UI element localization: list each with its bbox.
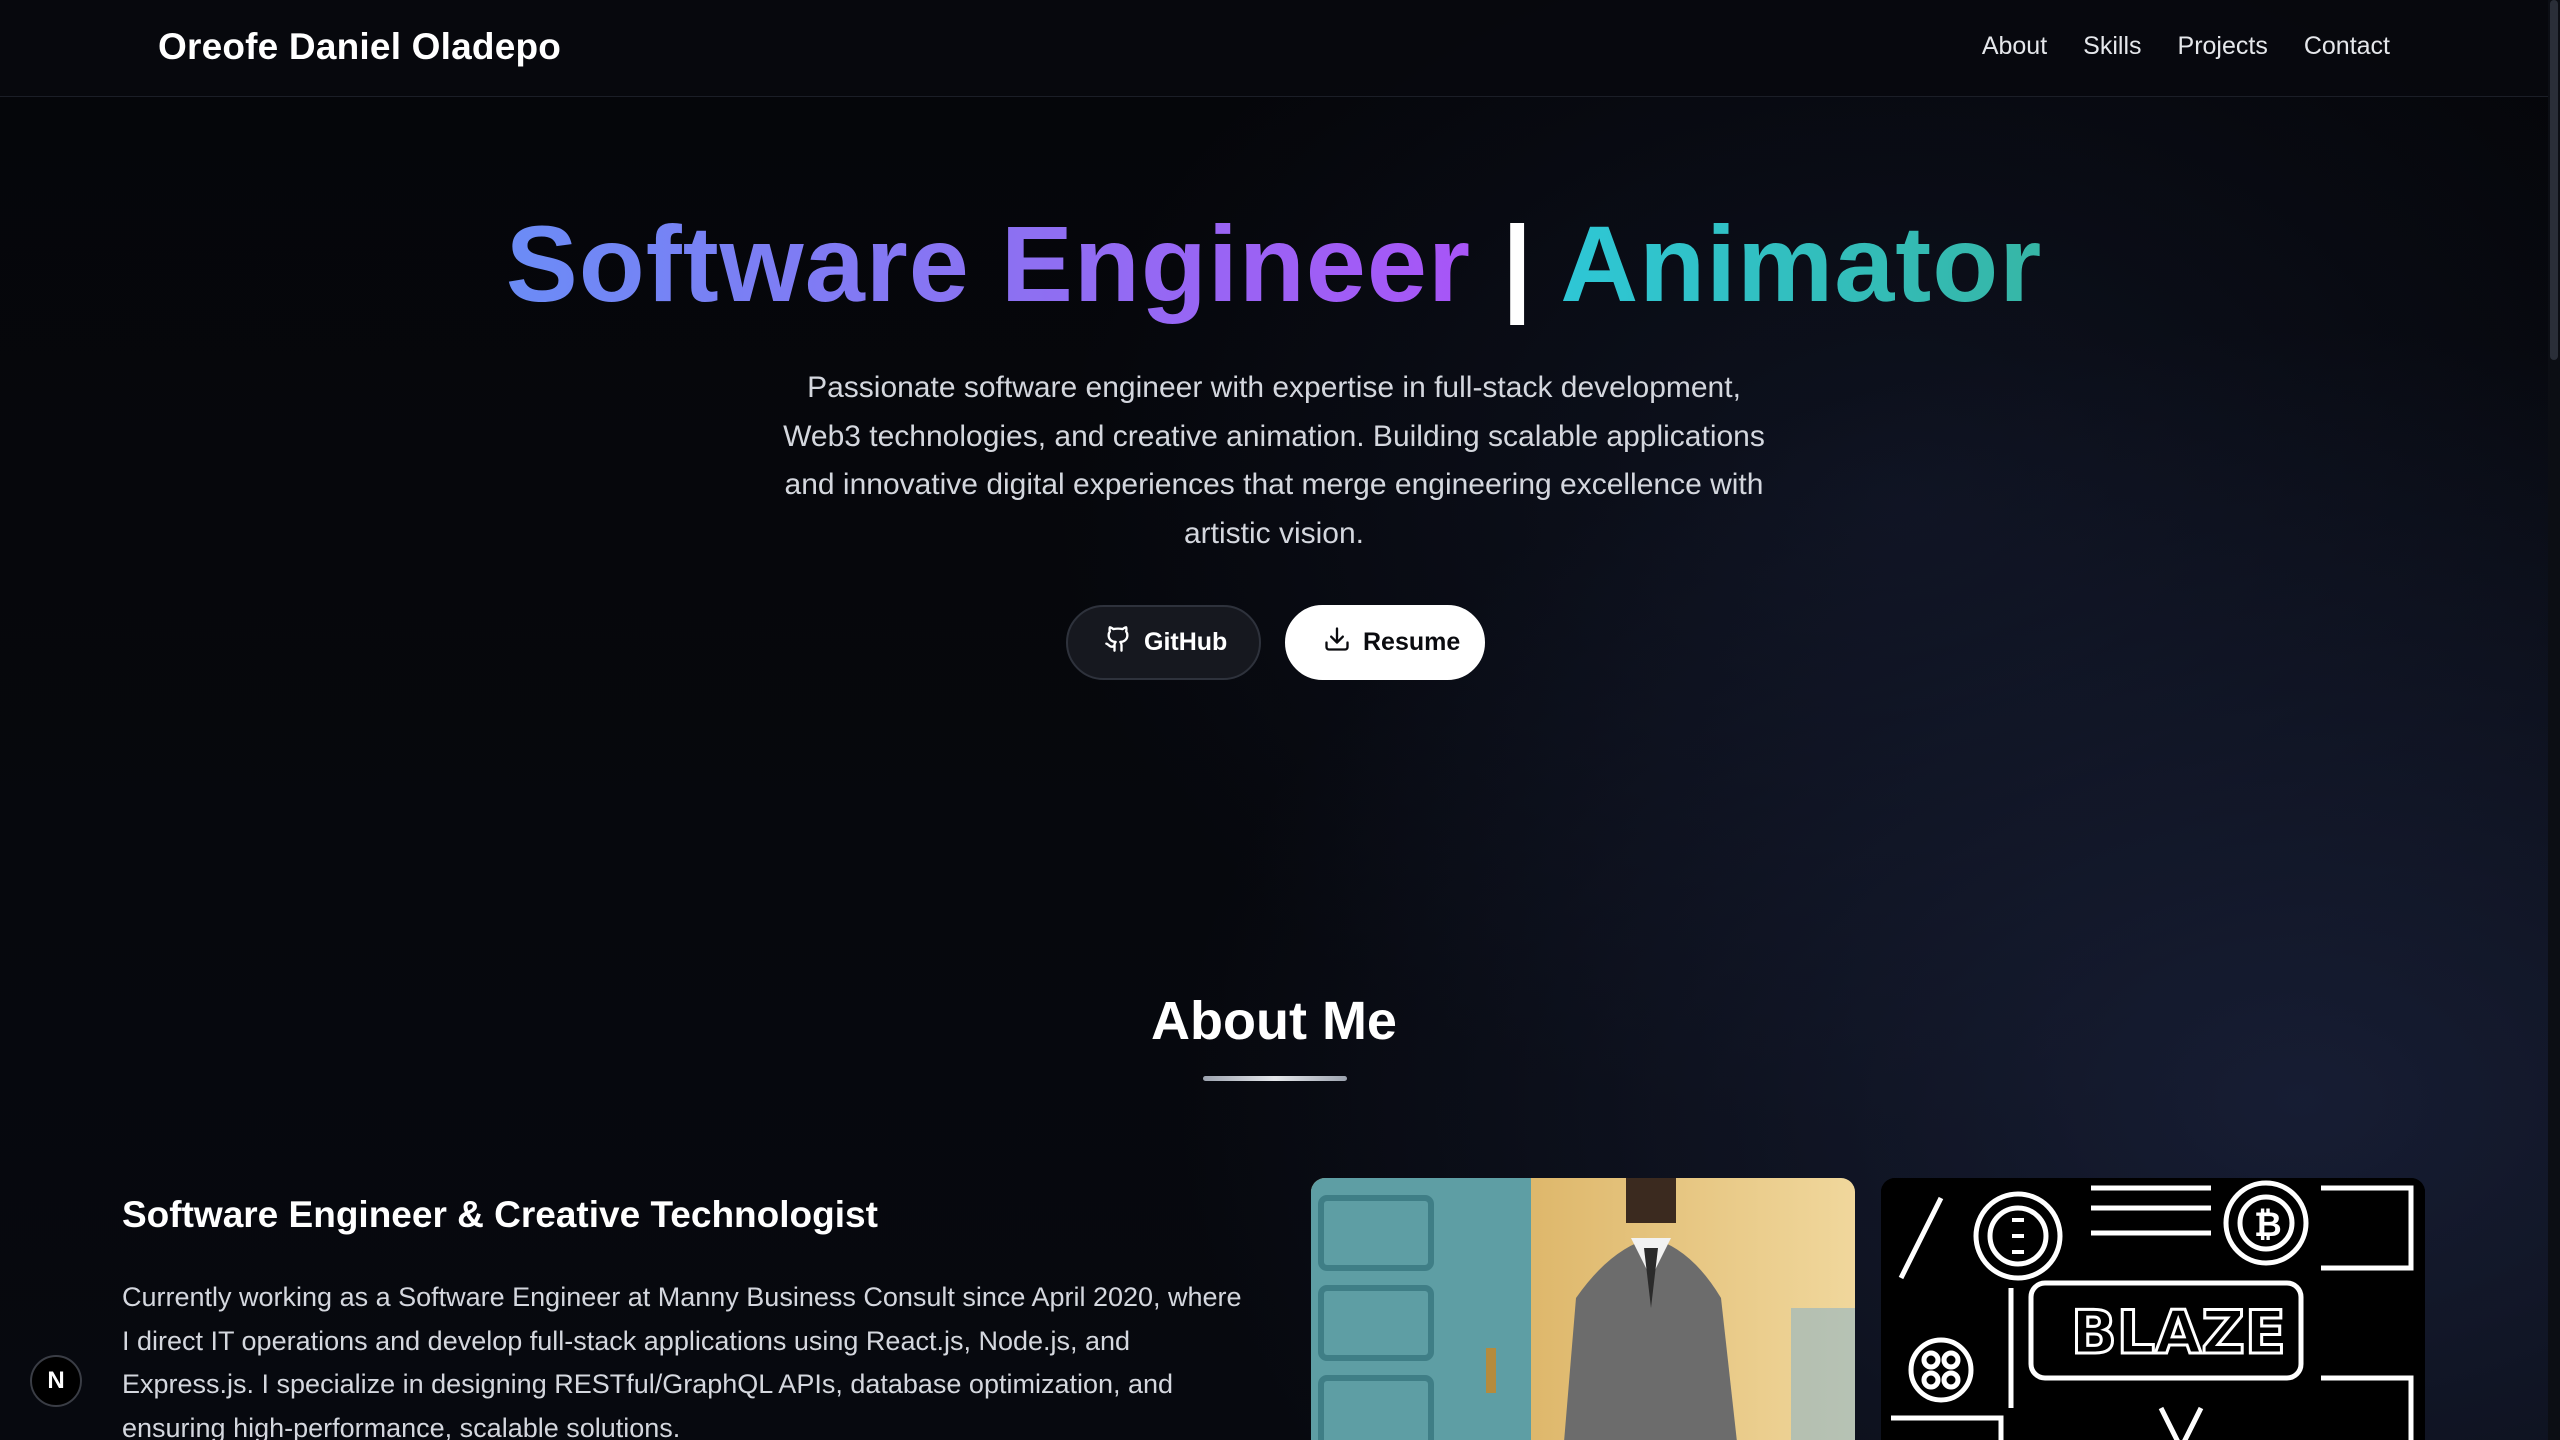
next-dev-indicator-button[interactable]: N	[30, 1355, 82, 1407]
main-nav: About Skills Projects Contact	[1982, 32, 2390, 61]
about-section-title: About Me	[1151, 991, 1397, 1051]
hero-title-separator: |	[1501, 203, 1534, 324]
profile-photo	[1311, 1178, 1855, 1440]
nav-skills[interactable]: Skills	[2083, 32, 2141, 61]
nav-about[interactable]: About	[1982, 32, 2047, 61]
page: Oreofe Daniel Oladepo About Skills Proje…	[0, 0, 2560, 1440]
about-subtitle: Software Engineer & Creative Technologis…	[122, 1194, 878, 1235]
about-text: Currently working as a Software Engineer…	[122, 1282, 1242, 1440]
hero-title-software-engineer: Software Engineer	[505, 203, 1471, 324]
hero-buttons: GitHub Resume	[1066, 605, 1485, 680]
top-navbar: Oreofe Daniel Oladepo About Skills Proje…	[0, 0, 2548, 97]
svg-text:₿: ₿	[2254, 1205, 2282, 1245]
resume-button[interactable]: Resume	[1285, 605, 1485, 680]
about-title-underline	[1203, 1076, 1347, 1081]
github-icon	[1104, 625, 1132, 660]
scrollbar-thumb[interactable]	[2550, 0, 2558, 360]
download-icon	[1323, 625, 1351, 660]
page-scrollbar[interactable]	[2548, 0, 2560, 1440]
github-button[interactable]: GitHub	[1066, 605, 1261, 680]
github-button-label: GitHub	[1144, 628, 1228, 656]
resume-button-label: Resume	[1363, 628, 1461, 656]
crypto-graffiti-art: BLAZE ₿	[1881, 1178, 2425, 1440]
hero-title: Software Engineer | Animator	[0, 203, 2548, 324]
svg-text:BLAZE: BLAZE	[2071, 1298, 2286, 1368]
nav-projects[interactable]: Projects	[2178, 32, 2268, 61]
nav-contact[interactable]: Contact	[2304, 32, 2390, 61]
brand-name[interactable]: Oreofe Daniel Oladepo	[158, 26, 561, 68]
hero-title-animator: Animator	[1560, 203, 2043, 324]
hero-description: Passionate software engineer with expert…	[783, 371, 1765, 550]
